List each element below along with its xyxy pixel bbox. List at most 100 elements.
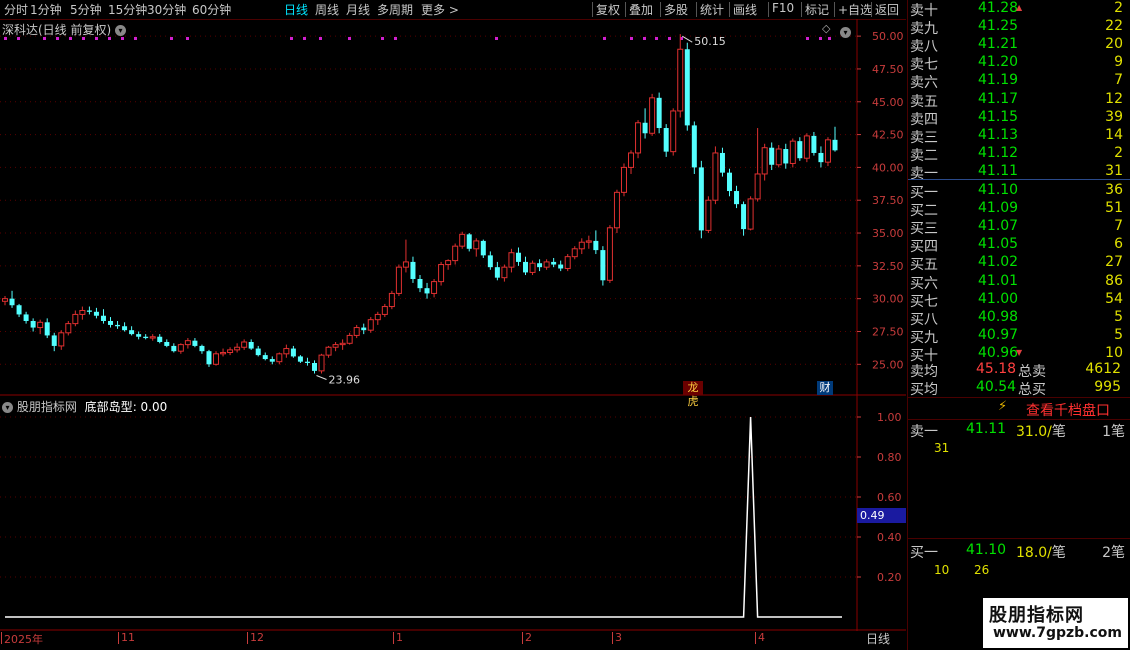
stock-title[interactable]: 深科达(日线 前复权) ▾ (2, 21, 127, 38)
depth-buy-label: 买一 (910, 545, 938, 561)
buy-row-2[interactable]: 买二 41.09 51 (910, 200, 1125, 219)
candle-body (143, 336, 149, 339)
candle-body (9, 298, 15, 306)
level-volume: 6 (1114, 236, 1123, 253)
finance-badge[interactable]: 财 (817, 381, 833, 395)
toolbar-button-7[interactable]: +自选 (838, 1, 872, 18)
level-label: 买九 (910, 329, 938, 346)
candle-body (234, 346, 241, 351)
sell-row-1[interactable]: 卖十 41.28 2 ▲ (910, 0, 1125, 19)
toolbar-button-3[interactable]: 统计 (700, 1, 724, 18)
candle-body (642, 122, 648, 134)
sell-row-8[interactable]: 卖三 41.13 14 (910, 126, 1125, 146)
period-tab-4[interactable]: 30分钟 (147, 1, 186, 18)
candle-body (677, 48, 684, 112)
period-tab-7[interactable]: 周线 (315, 1, 339, 18)
buy-row-6[interactable]: 买六 41.01 86 (910, 273, 1125, 292)
period-tab-2[interactable]: 5分钟 (70, 1, 102, 18)
candle-body (164, 341, 170, 346)
signal-dot (819, 37, 822, 40)
level-price: 41.25 (978, 18, 1019, 35)
toolbar-button-5[interactable]: F10 (772, 1, 794, 15)
price-axis-label: 42.50 (872, 129, 904, 142)
candle-body (220, 351, 227, 355)
candle-body (58, 332, 65, 347)
sell-row-5[interactable]: 卖六 41.19 7 (910, 72, 1125, 91)
depth-sell-qty: 31.0/笔 (1016, 424, 1066, 440)
candle-body (712, 152, 719, 201)
toolbar-button-6[interactable]: 标记 (805, 1, 829, 18)
sell-row-9[interactable]: 卖二 41.12 2 (910, 145, 1125, 164)
candle-body (529, 262, 536, 273)
period-tab-9[interactable]: 多周期 (377, 1, 413, 18)
signal-dot (303, 37, 306, 40)
level-volume: 20 (1105, 36, 1123, 53)
period-tab-3[interactable]: 15分钟 (108, 1, 147, 18)
price-axis-label: 47.50 (872, 63, 904, 76)
period-tab-6[interactable]: 日线 (284, 1, 308, 18)
candle-body (129, 330, 135, 335)
signal-dot (668, 37, 671, 40)
period-tab-0[interactable]: 分时 (4, 1, 28, 18)
level-label: 卖七 (910, 57, 938, 74)
candle-body (670, 110, 677, 153)
period-tab-5[interactable]: 60分钟 (192, 1, 231, 18)
chevron-down-icon[interactable]: ▾ (115, 25, 127, 36)
candle-body (585, 240, 592, 243)
toolbar-button-1[interactable]: 叠加 (629, 1, 653, 18)
signal-dot (495, 37, 498, 40)
level-price: 41.13 (978, 126, 1019, 143)
buy-row-5[interactable]: 买五 41.02 27 (910, 254, 1125, 273)
candle-body (206, 351, 212, 365)
sell-row-4[interactable]: 卖七 41.20 9 (910, 54, 1125, 74)
candle-body (177, 344, 184, 352)
buy-row-3[interactable]: 买三 41.07 7 (910, 218, 1125, 237)
buy-row-7[interactable]: 买七 41.00 54 (910, 290, 1125, 310)
buy-row-4[interactable]: 买四 41.05 6 (910, 236, 1125, 255)
level-price: 41.17 (978, 90, 1019, 107)
period-tab-1[interactable]: 1分钟 (30, 1, 62, 18)
candle-body (290, 348, 296, 357)
toolbar-button-2[interactable]: 多股 (664, 1, 688, 18)
level-volume: 54 (1105, 290, 1123, 307)
level-price: 41.20 (978, 54, 1019, 71)
toolbar-button-8[interactable]: 返回 (875, 1, 899, 18)
buy-row-9[interactable]: 买九 40.97 5 (910, 327, 1125, 346)
chart-area[interactable]: 50.00 47.50 45.00 42.50 40.00 37.50 35.00 32.50… (0, 19, 906, 631)
candle-body (803, 135, 810, 159)
candle-body (402, 261, 409, 268)
candle-body (115, 324, 121, 327)
toolbar-button-4[interactable]: 画线 (733, 1, 757, 18)
toolbar-button-0[interactable]: 复权 (596, 1, 620, 18)
level-price: 41.15 (978, 108, 1019, 125)
sell-row-2[interactable]: 卖九 41.25 22 (910, 18, 1125, 37)
sell-row-3[interactable]: 卖八 41.21 20 (910, 36, 1125, 55)
buy-row-8[interactable]: 买八 40.98 5 (910, 309, 1125, 328)
diamond-icon[interactable]: ◇ (822, 22, 830, 35)
date-tick-label: 12 (250, 631, 264, 644)
candle-body (811, 135, 817, 153)
chevron-down-icon[interactable]: ▾ (2, 402, 13, 413)
depth-sell-price: 41.11 (966, 421, 1007, 437)
period-tab-10[interactable]: 更多 > (421, 1, 459, 18)
candle-body (789, 140, 796, 164)
avg-buy-label: 买均 (910, 382, 938, 398)
level-volume: 7 (1114, 72, 1123, 89)
buy-row-1[interactable]: 买一 41.10 36 (910, 182, 1125, 201)
candle-body (761, 147, 768, 175)
candle-body (100, 315, 106, 321)
chart-menu-icon[interactable]: ▾ (840, 22, 851, 41)
candle-body (543, 261, 550, 268)
candle-body (747, 198, 754, 230)
level-label: 卖五 (910, 93, 938, 110)
candle-body (410, 261, 416, 279)
sell-row-6[interactable]: 卖五 41.17 12 (910, 90, 1125, 110)
dragon-tiger-badge[interactable]: 龙虎 (683, 381, 703, 408)
indicator-title[interactable]: ▾ 股朋指标网 底部岛型: 0.00 (2, 398, 167, 415)
candle-body (37, 321, 44, 329)
view-depth-button[interactable]: 查看千档盘口 (1026, 400, 1110, 420)
sell-row-7[interactable]: 卖四 41.15 39 (910, 108, 1125, 128)
candle-body (515, 252, 521, 262)
price-axis-label: 45.00 (872, 96, 904, 109)
period-tab-8[interactable]: 月线 (346, 1, 370, 18)
